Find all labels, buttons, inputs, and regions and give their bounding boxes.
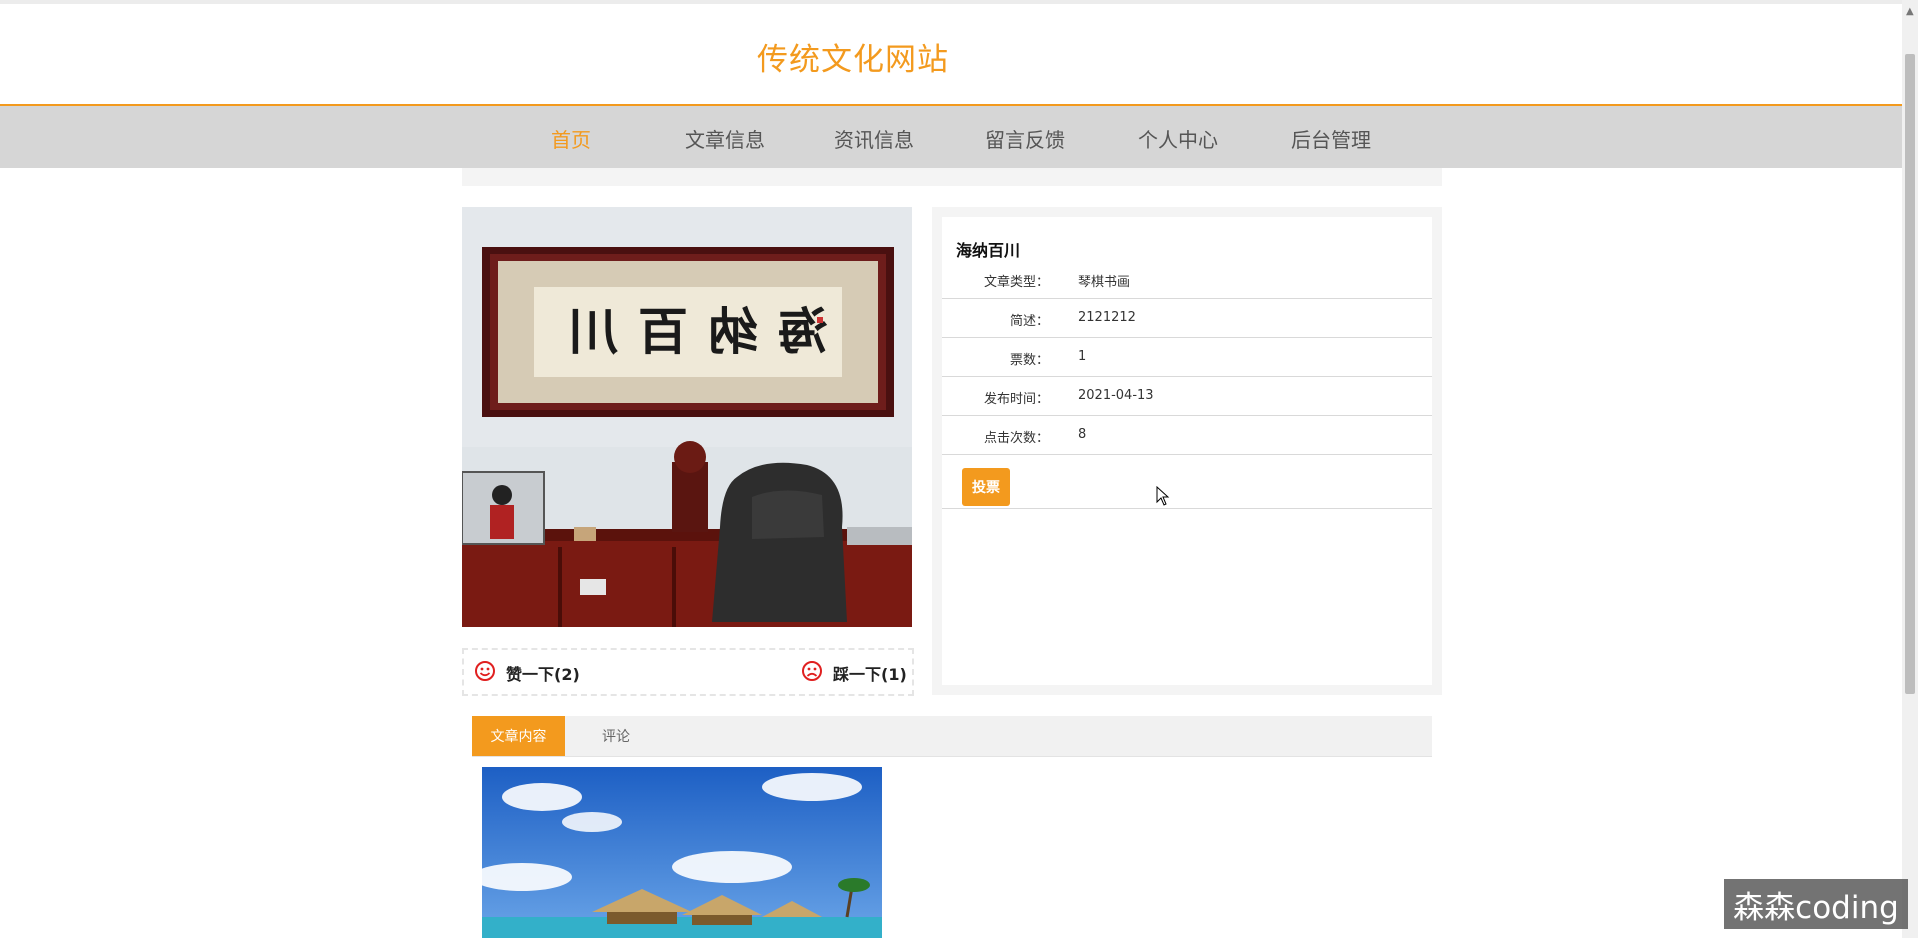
tab-comments[interactable]: 评论 <box>586 716 646 756</box>
content-tabs: 文章内容 评论 <box>472 716 1432 757</box>
info-label: 点击次数： <box>983 431 1049 446</box>
like-button[interactable]: 赞一下(2) <box>474 660 580 686</box>
nav-item-home[interactable]: 首页 <box>551 124 591 153</box>
nav-item-articles[interactable]: 文章信息 <box>685 124 765 153</box>
info-row-votes: 票数： 1 <box>942 337 1432 377</box>
content-top-strip <box>462 168 1442 186</box>
article-content-image <box>482 767 882 938</box>
info-row-summary: 简述： 2121212 <box>942 298 1432 338</box>
tab-article-content[interactable]: 文章内容 <box>472 716 565 756</box>
article-title: 海纳百川 <box>956 241 1021 260</box>
info-value: 2121212 <box>1078 310 1136 325</box>
info-label: 文章类型： <box>983 275 1049 290</box>
dislike-button[interactable]: 踩一下(1) <box>801 660 907 686</box>
mouse-pointer-icon <box>1156 485 1170 510</box>
article-info-card: 海纳百川 文章类型： 琴棋书画 简述： 2121212 票数： 1 发布时间： … <box>942 217 1432 685</box>
calligraphy-text: 海纳百川 <box>548 302 828 361</box>
info-label: 发布时间： <box>983 392 1049 407</box>
scrollbar-thumb[interactable] <box>1905 54 1915 694</box>
dislike-label: 踩一下(1) <box>833 665 907 684</box>
info-row-date: 发布时间： 2021-04-13 <box>942 376 1432 416</box>
info-value: 8 <box>1078 427 1087 442</box>
info-label: 简述： <box>1009 314 1049 329</box>
main-nav: 首页 文章信息 资讯信息 留言反馈 个人中心 后台管理 <box>0 106 1902 168</box>
info-value: 1 <box>1078 349 1087 364</box>
info-value: 2021-04-13 <box>1078 388 1154 403</box>
vote-bar: 赞一下(2) 踩一下(1) <box>462 648 914 696</box>
info-label: 票数： <box>1009 353 1049 368</box>
nav-item-admin[interactable]: 后台管理 <box>1291 124 1371 153</box>
frown-icon <box>801 660 823 686</box>
vote-row <box>942 458 1432 509</box>
article-info-panel: 海纳百川 文章类型： 琴棋书画 简述： 2121212 票数： 1 发布时间： … <box>932 207 1442 695</box>
smile-icon <box>474 660 496 686</box>
vote-button[interactable]: 投票 <box>962 468 1010 506</box>
scroll-up-arrow-icon[interactable]: ▲ <box>1906 6 1914 17</box>
nav-item-news[interactable]: 资讯信息 <box>834 124 914 153</box>
info-value: 琴棋书画 <box>1078 275 1131 290</box>
watermark: 森森coding <box>1724 879 1908 929</box>
site-title: 传统文化网站 <box>757 42 949 78</box>
page-scrollbar[interactable]: ▲ <box>1902 0 1918 938</box>
like-label: 赞一下(2) <box>506 665 580 684</box>
article-main-image: 海纳百川 <box>462 207 912 627</box>
nav-item-user-center[interactable]: 个人中心 <box>1138 124 1218 153</box>
info-row-clicks: 点击次数： 8 <box>942 415 1432 455</box>
header: 传统文化网站 <box>0 4 1902 106</box>
info-row-type: 文章类型： 琴棋书画 <box>942 259 1432 299</box>
nav-item-feedback[interactable]: 留言反馈 <box>985 124 1065 153</box>
